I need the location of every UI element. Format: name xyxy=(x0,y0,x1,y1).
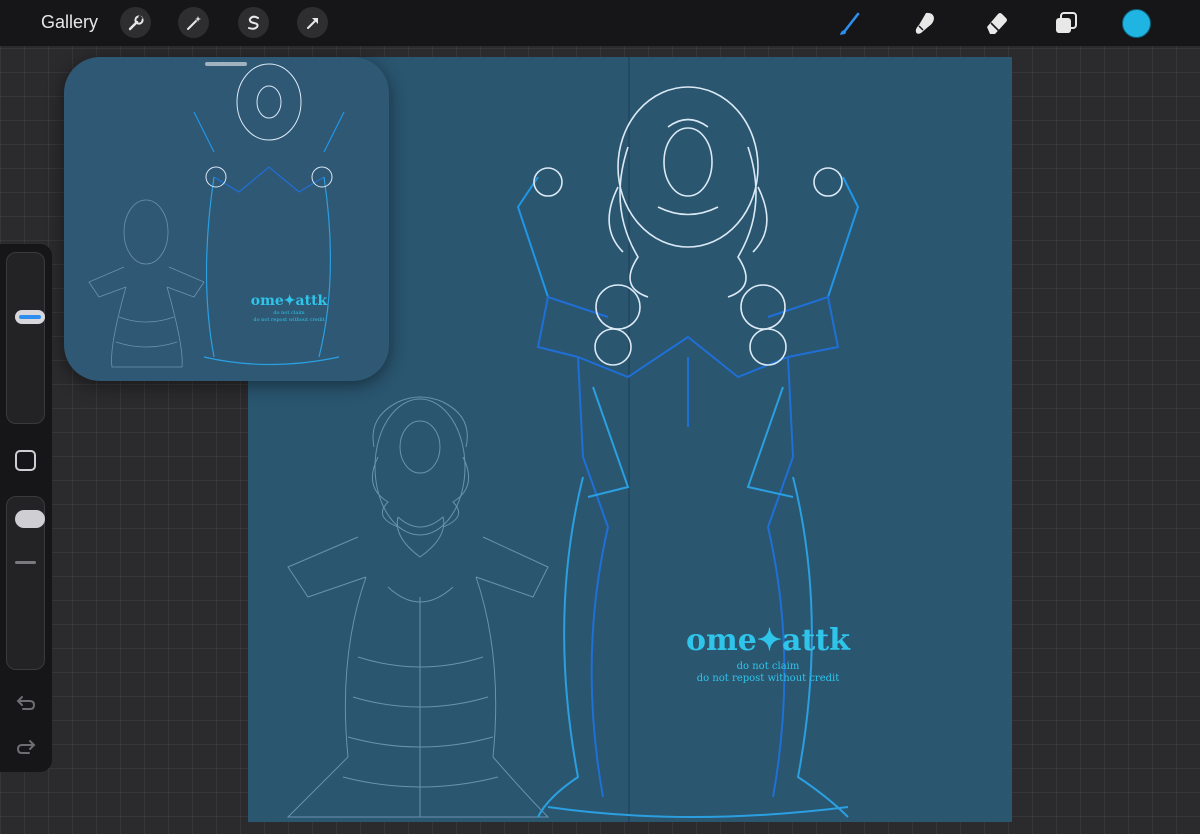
brush-opacity-thumb[interactable] xyxy=(15,510,45,528)
redo-icon xyxy=(16,740,36,754)
undo-button[interactable] xyxy=(13,692,39,714)
reference-watermark: ome✦attk do not claim do not repost with… xyxy=(251,293,328,323)
left-sidebar xyxy=(0,244,52,772)
watermark-title: ome✦attk xyxy=(686,623,851,658)
watermark-line2: do not repost without credit xyxy=(697,673,840,684)
eraser-icon xyxy=(987,13,1007,34)
modify-button[interactable] xyxy=(15,450,36,471)
slider-divider xyxy=(15,561,36,564)
brush-size-thumb[interactable] xyxy=(15,310,45,324)
large-figure-body-sketch xyxy=(516,176,860,818)
redo-button[interactable] xyxy=(13,736,39,758)
undo-icon xyxy=(16,696,36,710)
brush-size-slider[interactable] xyxy=(6,252,45,424)
eraser-tool[interactable] xyxy=(981,8,1011,38)
wrench-icon xyxy=(128,14,144,30)
actions-button[interactable] xyxy=(120,7,151,38)
canvas-watermark: ome✦attk do not claim do not repost with… xyxy=(686,623,851,684)
color-swatch[interactable] xyxy=(1122,9,1151,38)
small-figure-sketch xyxy=(286,396,550,818)
layers-icon xyxy=(1056,12,1077,33)
brush-opacity-slider[interactable] xyxy=(6,496,45,670)
reference-watermark-title: ome✦attk xyxy=(251,293,328,309)
reference-window[interactable]: ome✦attk do not claim do not repost with… xyxy=(64,57,389,381)
reference-artwork: ome✦attk do not claim do not repost with… xyxy=(88,63,345,368)
layers-tool[interactable] xyxy=(1051,8,1081,38)
gallery-button[interactable]: Gallery xyxy=(41,12,98,33)
reference-watermark-line1: do not claim xyxy=(273,310,305,316)
transform-button[interactable] xyxy=(297,7,328,38)
transform-arrow-icon xyxy=(306,17,318,29)
brush-icon xyxy=(840,12,860,35)
watermark-line1: do not claim xyxy=(737,661,800,672)
reference-watermark-line2: do not repost without credit xyxy=(253,317,324,323)
selection-button[interactable] xyxy=(238,7,269,38)
top-toolbar: Gallery xyxy=(0,0,1200,46)
magic-wand-icon xyxy=(186,15,201,30)
smudge-tool[interactable] xyxy=(910,8,940,38)
smudge-icon xyxy=(915,12,934,34)
large-figure-hair-sketch xyxy=(533,86,843,366)
selection-s-icon xyxy=(247,15,259,30)
brush-tool[interactable] xyxy=(836,8,866,38)
adjustments-button[interactable] xyxy=(178,7,209,38)
